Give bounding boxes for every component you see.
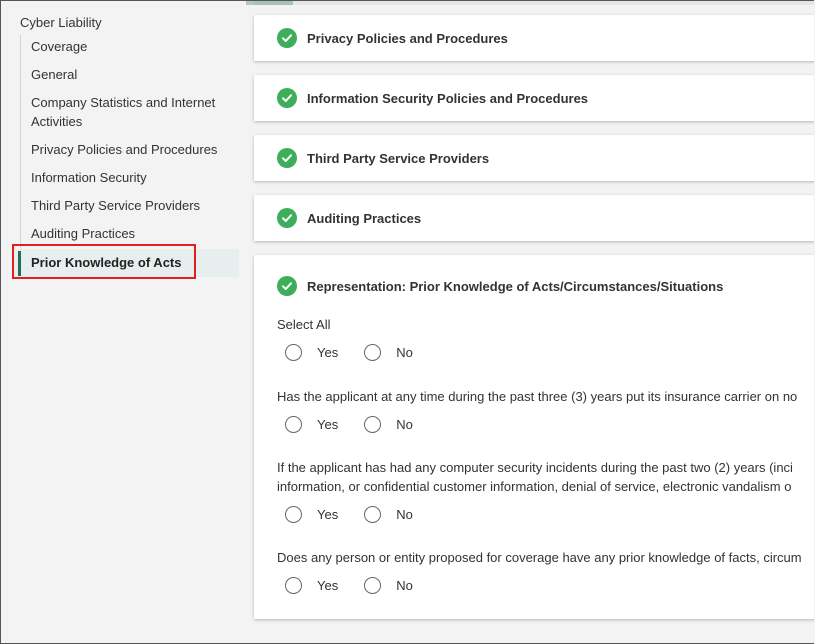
section-header[interactable]: Auditing Practices (277, 208, 421, 228)
sidebar-item-coverage[interactable]: Coverage (31, 37, 236, 56)
select-all-yes-radio[interactable] (285, 344, 302, 361)
question-text-continued: information, or confidential customer in… (277, 479, 792, 494)
sidebar: Cyber Liability Coverage General Company… (1, 1, 246, 643)
question-text: Does any person or entity proposed for c… (277, 550, 802, 565)
sidebar-item-third-party[interactable]: Third Party Service Providers (31, 196, 236, 215)
question-3-yes-radio[interactable] (285, 577, 302, 594)
sidebar-item-information-security[interactable]: Information Security (31, 168, 236, 187)
check-circle-icon (277, 208, 297, 228)
section-title: Representation: Prior Knowledge of Acts/… (307, 278, 724, 294)
question-text: If the applicant has had any computer se… (277, 460, 793, 475)
no-label[interactable]: No (396, 578, 413, 593)
app-frame: Cyber Liability Coverage General Company… (0, 0, 814, 644)
sidebar-item-general[interactable]: General (31, 65, 236, 84)
sidebar-item-auditing[interactable]: Auditing Practices (31, 224, 236, 243)
question-2-yes-radio[interactable] (285, 506, 302, 523)
section-card-information-security[interactable]: Information Security Policies and Proced… (254, 75, 814, 121)
section-header[interactable]: Representation: Prior Knowledge of Acts/… (277, 276, 723, 296)
highlight-annotation-box (12, 244, 196, 279)
question-1-no-radio[interactable] (364, 416, 382, 433)
question-2-radio-group: Yes No (285, 506, 413, 523)
yes-label[interactable]: Yes (317, 417, 338, 432)
top-divider (254, 1, 814, 5)
question-text: Has the applicant at any time during the… (277, 389, 798, 404)
section-header[interactable]: Information Security Policies and Proced… (277, 88, 588, 108)
yes-label[interactable]: Yes (317, 345, 338, 360)
no-label[interactable]: No (396, 345, 413, 360)
check-circle-icon (277, 148, 297, 168)
section-card-third-party[interactable]: Third Party Service Providers (254, 135, 814, 181)
section-title: Privacy Policies and Procedures (307, 30, 508, 46)
section-title: Auditing Practices (307, 210, 422, 226)
check-circle-icon (277, 276, 297, 296)
sidebar-item-company-statistics[interactable]: Company Statistics and Internet Activiti… (31, 93, 236, 131)
select-all-no-radio[interactable] (364, 344, 382, 361)
question-1-yes-radio[interactable] (285, 416, 302, 433)
sidebar-title: Cyber Liability (20, 15, 102, 30)
no-label[interactable]: No (396, 417, 413, 432)
question-2-no-radio[interactable] (364, 506, 382, 523)
section-title: Third Party Service Providers (307, 150, 490, 166)
check-circle-icon (277, 88, 297, 108)
sidebar-item-privacy-policies[interactable]: Privacy Policies and Procedures (31, 140, 236, 159)
section-card-representation: Representation: Prior Knowledge of Acts/… (254, 255, 814, 619)
section-header[interactable]: Privacy Policies and Procedures (277, 28, 508, 48)
yes-label[interactable]: Yes (317, 578, 338, 593)
section-title: Information Security Policies and Proced… (307, 90, 589, 106)
nav-tree-line (20, 35, 21, 277)
no-label[interactable]: No (396, 507, 413, 522)
check-circle-icon (277, 28, 297, 48)
question-3-no-radio[interactable] (364, 577, 382, 594)
question-3-radio-group: Yes No (285, 577, 413, 594)
section-card-privacy[interactable]: Privacy Policies and Procedures (254, 15, 814, 61)
select-all-radio-group: Yes No (285, 344, 413, 361)
select-all-label: Select All (277, 317, 331, 332)
section-card-auditing[interactable]: Auditing Practices (254, 195, 814, 241)
question-1-radio-group: Yes No (285, 416, 413, 433)
section-header[interactable]: Third Party Service Providers (277, 148, 489, 168)
yes-label[interactable]: Yes (317, 507, 338, 522)
